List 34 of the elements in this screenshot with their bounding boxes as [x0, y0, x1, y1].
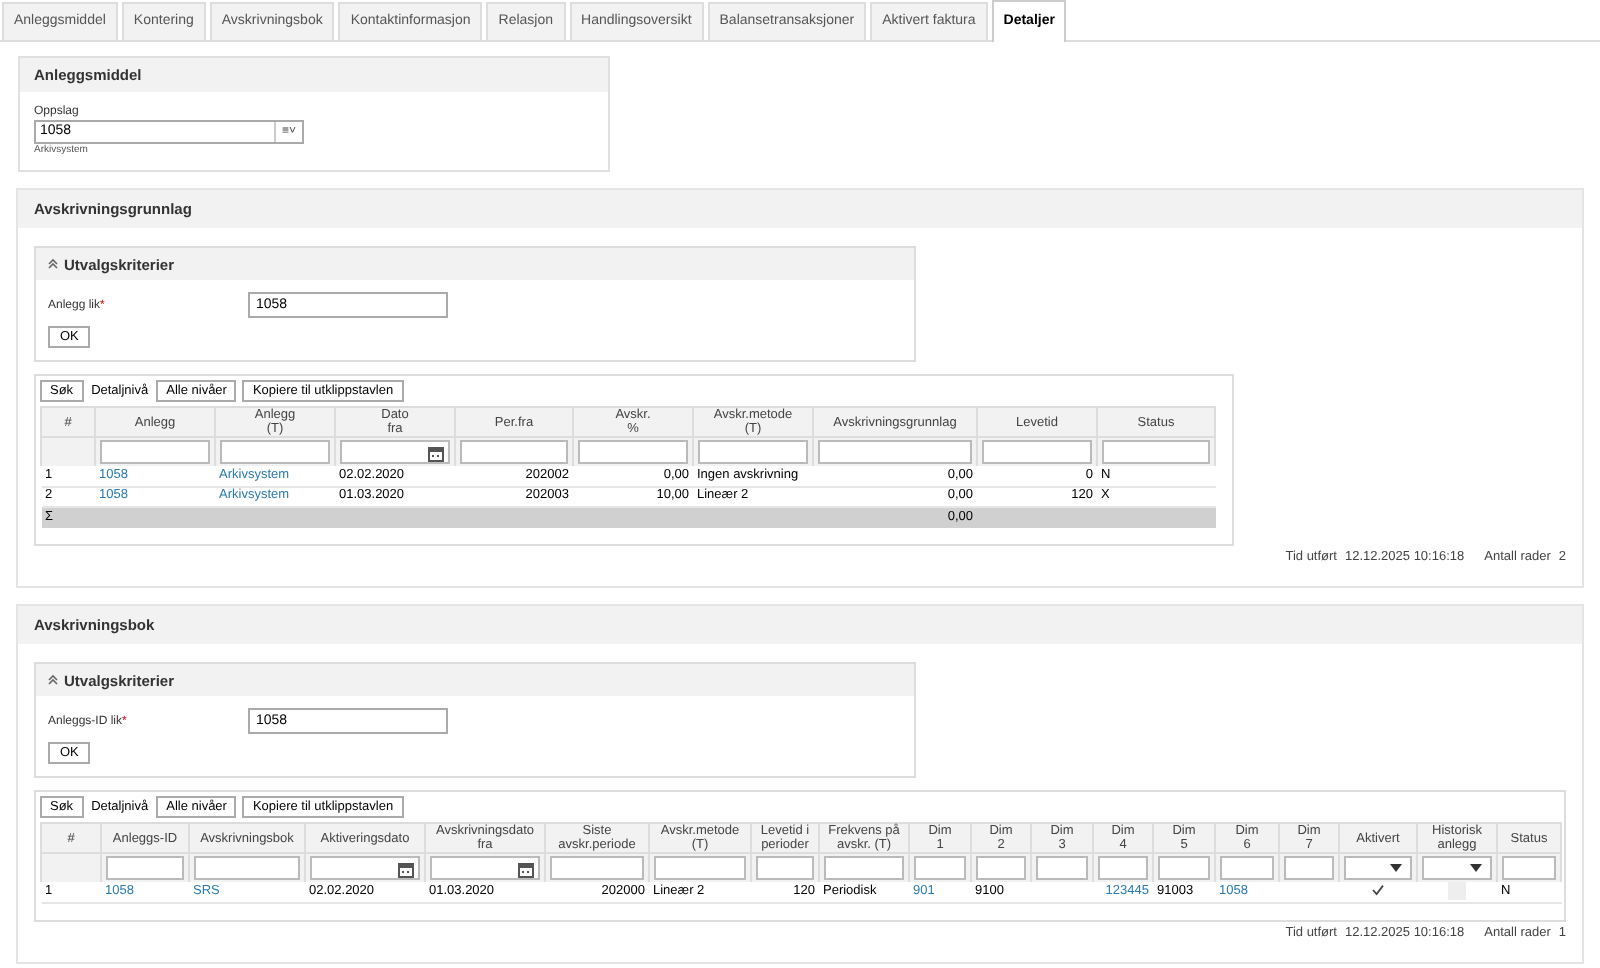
filter-field[interactable]: [1158, 856, 1210, 880]
filter-field[interactable]: [460, 440, 568, 464]
filter-field[interactable]: [654, 856, 746, 880]
filter-field[interactable]: [578, 440, 688, 464]
calendar-icon[interactable]: [518, 862, 534, 878]
filter-field[interactable]: [818, 440, 972, 464]
filter-field[interactable]: [914, 856, 966, 880]
filter-field[interactable]: [1036, 856, 1088, 880]
filter-field[interactable]: [698, 440, 808, 464]
filter-field[interactable]: [1098, 856, 1148, 880]
dropdown-arrow-icon: [1390, 864, 1402, 872]
filter-field[interactable]: [220, 440, 330, 464]
date-filter-field[interactable]: [430, 856, 540, 880]
date-filter-field[interactable]: [310, 856, 420, 880]
filter-dropdown[interactable]: [1344, 856, 1412, 880]
filter-field[interactable]: [100, 440, 210, 464]
collapse-chevron-icon[interactable]: [48, 674, 58, 686]
filter-field[interactable]: [194, 856, 300, 880]
filter-field[interactable]: [1220, 856, 1274, 880]
filter-field[interactable]: [976, 856, 1026, 880]
collapse-chevron-icon[interactable]: [48, 258, 58, 270]
calendar-icon[interactable]: [398, 862, 414, 878]
filter-field[interactable]: [106, 856, 184, 880]
filter-dropdown[interactable]: [1422, 856, 1492, 880]
date-filter-field[interactable]: [340, 440, 450, 464]
filter-field[interactable]: [550, 856, 644, 880]
filter-field[interactable]: [1284, 856, 1334, 880]
filter-field[interactable]: [1102, 440, 1210, 464]
filter-field[interactable]: [824, 856, 904, 880]
filter-field[interactable]: [756, 856, 814, 880]
filter-field[interactable]: [1502, 856, 1556, 880]
dropdown-arrow-icon: [1470, 864, 1482, 872]
filter-field[interactable]: [982, 440, 1092, 464]
calendar-icon[interactable]: [428, 446, 444, 462]
